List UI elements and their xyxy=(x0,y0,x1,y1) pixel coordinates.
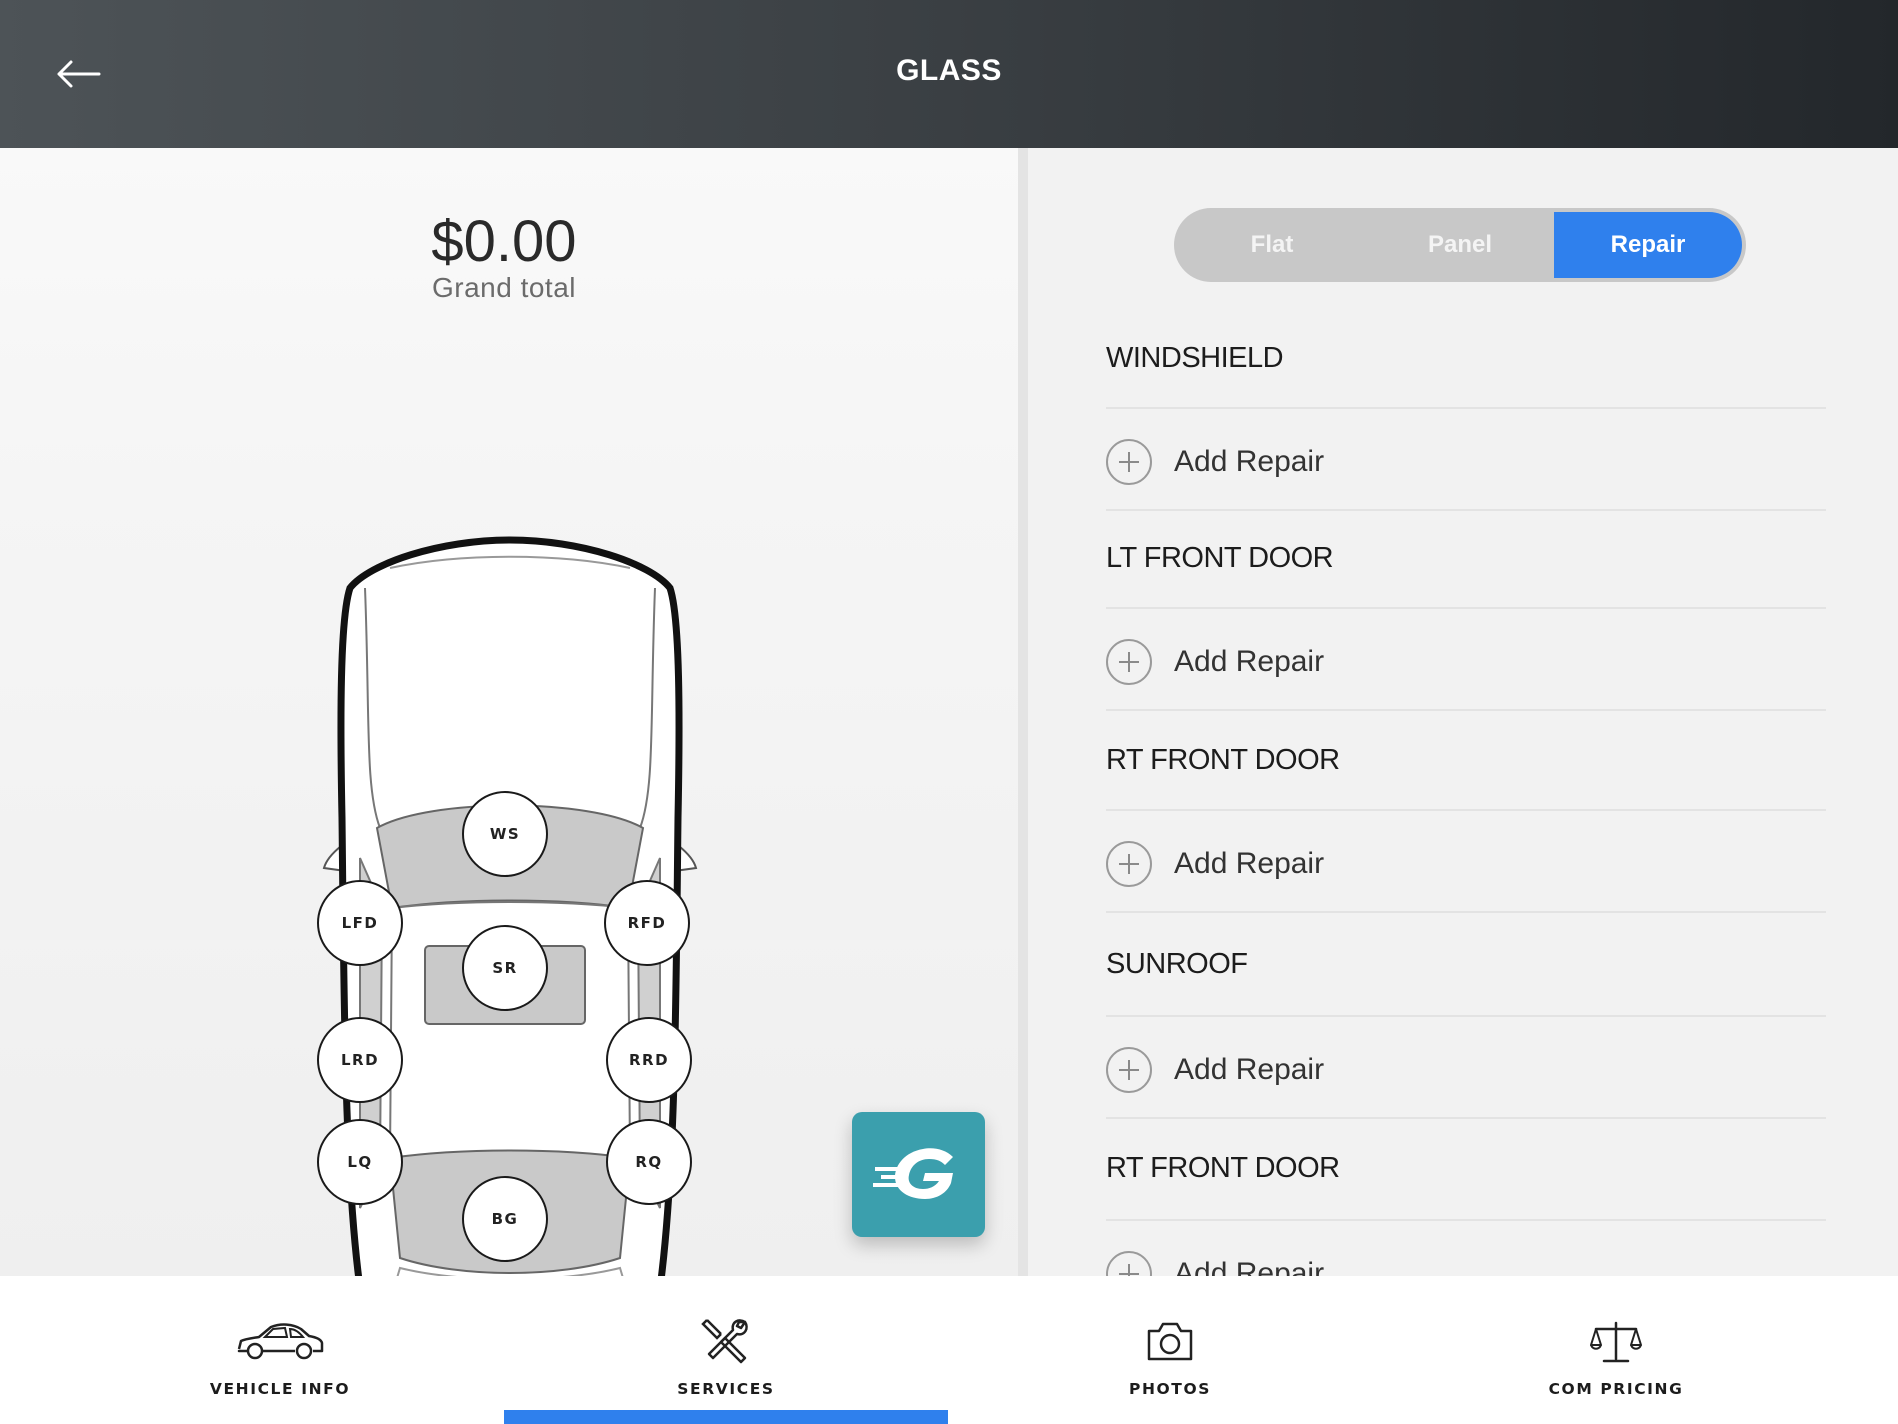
grand-total-amount: $0.00 xyxy=(431,209,577,274)
repair-list-panel: Flat Panel Repair WINDSHIELD Add Repair … xyxy=(1028,148,1898,1276)
add-repair-label: Add Repair xyxy=(1174,847,1325,880)
add-repair-label: Add Repair xyxy=(1174,1053,1325,1086)
mode-option-flat[interactable]: Flat xyxy=(1178,212,1366,278)
active-tab-indicator xyxy=(504,1410,948,1424)
section-title-windshield: WINDSHIELD xyxy=(1106,342,1284,374)
divider-line xyxy=(1106,709,1826,711)
divider-line xyxy=(1106,809,1826,811)
nav-label: COM PRICING xyxy=(1548,1380,1684,1398)
add-repair-rt-front-door[interactable]: Add Repair xyxy=(1106,839,1324,889)
divider-line xyxy=(1106,1015,1826,1017)
add-repair-windshield[interactable]: Add Repair xyxy=(1106,437,1324,487)
section-title-rt-front-door: RT FRONT DOOR xyxy=(1106,744,1340,776)
plus-circle-icon xyxy=(1106,639,1152,685)
nav-label: PHOTOS xyxy=(1128,1380,1212,1398)
divider-line xyxy=(1106,607,1826,609)
glass-spot-lfd[interactable]: LFD xyxy=(317,880,403,966)
brand-g-logo-icon xyxy=(872,1147,953,1199)
add-repair-label: Add Repair xyxy=(1174,645,1325,678)
nav-label: VEHICLE INFO xyxy=(209,1380,351,1398)
nav-com-pricing[interactable]: COM PRICING xyxy=(1466,1276,1766,1424)
glass-spot-ws[interactable]: WS xyxy=(462,791,548,877)
divider-line xyxy=(1106,1117,1826,1119)
nav-vehicle-info[interactable]: VEHICLE INFO xyxy=(130,1276,430,1424)
glass-spot-lq[interactable]: LQ xyxy=(317,1119,403,1205)
scale-icon xyxy=(1590,1321,1642,1363)
glass-spot-rfd[interactable]: RFD xyxy=(604,880,690,966)
car-icon xyxy=(237,1323,324,1360)
add-repair-sunroof[interactable]: Add Repair xyxy=(1106,1045,1324,1095)
section-title-sunroof: SUNROOF xyxy=(1106,948,1248,980)
glass-spot-rrd[interactable]: RRD xyxy=(606,1017,692,1103)
vehicle-diagram-panel: $0.00 Grand total WS SR LFD RFD LRD RRD … xyxy=(0,148,1020,1362)
divider-line xyxy=(1106,509,1826,511)
glass-spot-bg[interactable]: BG xyxy=(462,1176,548,1262)
camera-icon xyxy=(1147,1322,1193,1361)
app-header: GLASS xyxy=(0,0,1898,148)
section-title-rt-front-door-2: RT FRONT DOOR xyxy=(1106,1152,1340,1184)
mode-toggle: Flat Panel Repair xyxy=(1174,208,1746,282)
plus-circle-icon xyxy=(1106,439,1152,485)
section-title-lt-front-door: LT FRONT DOOR xyxy=(1106,542,1334,574)
add-repair-lt-front-door[interactable]: Add Repair xyxy=(1106,637,1324,687)
plus-circle-icon xyxy=(1106,841,1152,887)
nav-photos[interactable]: PHOTOS xyxy=(1020,1276,1320,1424)
panel-divider xyxy=(1018,148,1028,1276)
divider-line xyxy=(1106,911,1826,913)
divider-line xyxy=(1106,1219,1826,1221)
nav-services[interactable]: SERVICES xyxy=(576,1276,876,1424)
car-top-view-diagram: WS SR LFD RFD LRD RRD LQ RQ BG xyxy=(310,388,710,1368)
plus-circle-icon xyxy=(1106,1251,1152,1276)
tools-icon xyxy=(701,1319,748,1364)
add-repair-label: Add Repair xyxy=(1174,445,1325,478)
bottom-navigation: VEHICLE INFO SERVICES PHOTOS COM PRICING xyxy=(0,1276,1898,1424)
brand-action-button[interactable] xyxy=(852,1112,985,1237)
nav-label: SERVICES xyxy=(677,1380,775,1398)
glass-spot-lrd[interactable]: LRD xyxy=(317,1017,403,1103)
grand-total-label: Grand total xyxy=(431,272,577,303)
divider-line xyxy=(1106,407,1826,409)
glass-spot-rq[interactable]: RQ xyxy=(606,1119,692,1205)
plus-circle-icon xyxy=(1106,1047,1152,1093)
glass-spot-sr[interactable]: SR xyxy=(462,925,548,1011)
add-repair-rt-front-door-2[interactable]: Add Repair xyxy=(1106,1249,1324,1276)
mode-option-panel[interactable]: Panel xyxy=(1366,212,1554,278)
mode-option-repair[interactable]: Repair xyxy=(1554,212,1742,278)
page-title: GLASS xyxy=(896,54,1002,87)
add-repair-label: Add Repair xyxy=(1174,1257,1325,1276)
